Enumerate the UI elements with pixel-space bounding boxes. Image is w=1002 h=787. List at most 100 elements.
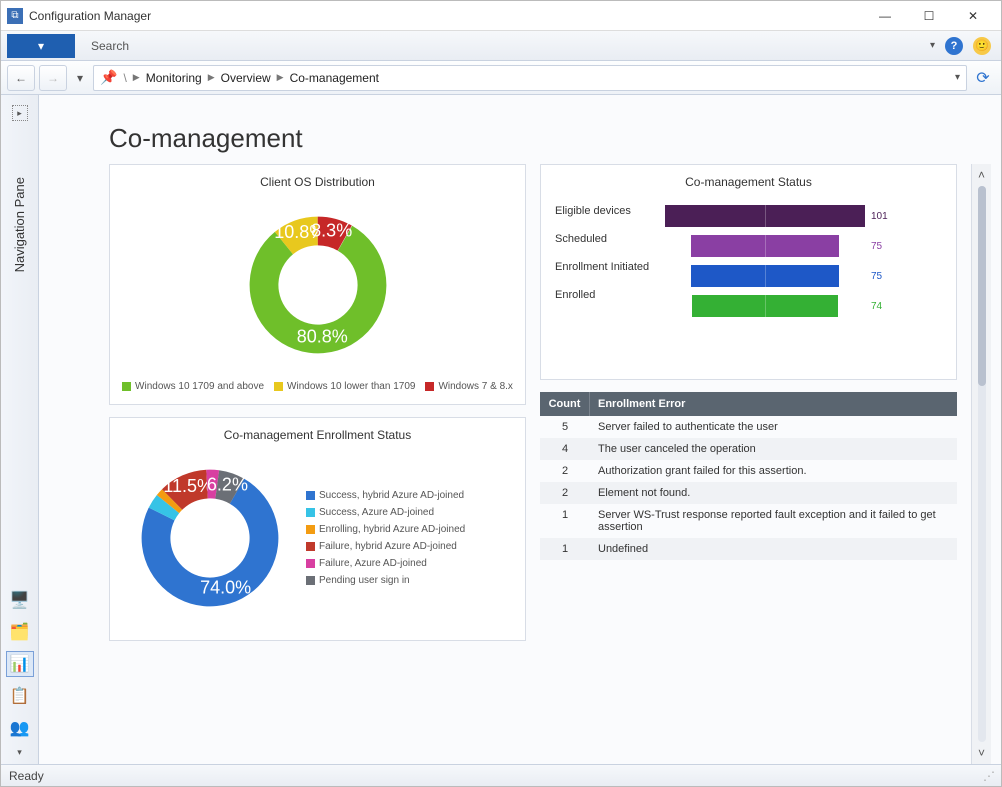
breadcrumb-dropdown-icon[interactable]: ▾ [955, 72, 960, 83]
maximize-button[interactable]: ☐ [907, 2, 951, 30]
breadcrumb-item[interactable]: Monitoring [146, 71, 202, 85]
pin-icon[interactable]: 📌 [100, 69, 117, 86]
funnel-row: 75 [665, 235, 942, 257]
search-label[interactable]: Search [91, 39, 930, 53]
minimize-button[interactable]: — [863, 2, 907, 30]
legend-item: Windows 10 1709 and above [122, 381, 264, 392]
funnel-label: Enrolled [555, 289, 655, 301]
breadcrumb[interactable]: 📌 \ ▶ Monitoring ▶ Overview ▶ Co-managem… [93, 65, 967, 91]
card-client-os: Client OS Distribution 80.8%10.8%8.3% Wi… [109, 164, 526, 405]
cell-error: Authorization grant failed for this asse… [590, 460, 957, 482]
cell-error: Server failed to authenticate the user [590, 416, 957, 438]
workspace-assets-icon[interactable]: 🖥️ [6, 587, 34, 613]
cell-error: Element not found. [590, 482, 957, 504]
table-enrollment-errors: Count Enrollment Error 5Server failed to… [540, 392, 957, 560]
donut-enrollment: 74.0% 11.5%6.2% [120, 448, 300, 628]
table-row[interactable]: 1Undefined [540, 538, 957, 560]
cell-error: Undefined [590, 538, 957, 560]
svg-text:11.5%: 11.5% [163, 476, 213, 496]
expand-nav-icon[interactable]: ▸ [12, 105, 28, 121]
page-title: Co-management [39, 95, 1001, 164]
legend-enrollment: Success, hybrid Azure AD-joined Success, … [306, 490, 465, 586]
app-menu-button[interactable]: ▾ [7, 34, 75, 58]
workspace-admin-icon[interactable]: 👥 [6, 715, 34, 741]
legend-item: Windows 10 lower than 1709 [274, 381, 415, 392]
back-button[interactable]: ← [7, 65, 35, 91]
navigation-pane-label: Navigation Pane [12, 177, 27, 272]
breadcrumb-item[interactable]: Co-management [290, 71, 379, 85]
funnel-labels: Eligible devices Scheduled Enrollment Init… [555, 205, 655, 317]
ribbon: ▾ Search ▾ ? 🙂 [1, 31, 1001, 61]
chevron-right-icon: ▶ [277, 72, 284, 83]
legend-item: Success, hybrid Azure AD-joined [306, 490, 465, 501]
cell-error: The user canceled the operation [590, 438, 957, 460]
legend-item: Enrolling, hybrid Azure AD-joined [306, 524, 465, 535]
funnel-row: 74 [665, 295, 942, 317]
scroll-down-icon[interactable]: ˅ [978, 746, 985, 760]
navigation-pane-rail[interactable]: ▸ Navigation Pane 🖥️ 🗂️ 📊 📋 👥 ▾ [1, 95, 39, 764]
forward-button[interactable]: → [39, 65, 67, 91]
legend-item: Failure, hybrid Azure AD-joined [306, 541, 465, 552]
workspace-overflow-icon[interactable]: ▾ [17, 747, 22, 758]
table-row[interactable]: 2Element not found. [540, 482, 957, 504]
card-comanagement-status: Co-management Status Eligible devices Sch… [540, 164, 957, 380]
feedback-icon[interactable]: 🙂 [973, 37, 991, 55]
svg-text:80.8%: 80.8% [296, 326, 347, 346]
history-dropdown[interactable]: ▾ [71, 65, 89, 91]
funnel-row: 75 [665, 265, 942, 287]
donut-client-os: 80.8%10.8%8.3% [228, 195, 408, 375]
cell-count: 2 [540, 482, 590, 504]
card-enrollment-status: Co-management Enrollment Status 74.0% 11.… [109, 417, 526, 641]
close-button[interactable]: ✕ [951, 2, 995, 30]
workspace-library-icon[interactable]: 🗂️ [6, 619, 34, 645]
status-text: Ready [9, 769, 44, 783]
svg-text:74.0%: 74.0% [200, 577, 251, 597]
help-icon[interactable]: ? [945, 37, 963, 55]
svg-text:8.3%: 8.3% [311, 220, 352, 240]
funnel-label: Enrollment Initiated [555, 261, 655, 273]
cell-count: 2 [540, 460, 590, 482]
cell-count: 5 [540, 416, 590, 438]
search-dropdown-icon[interactable]: ▾ [930, 40, 935, 51]
card-title: Co-management Enrollment Status [120, 428, 515, 442]
legend-item: Windows 7 & 8.x [425, 381, 512, 392]
breadcrumb-item[interactable]: Overview [221, 71, 271, 85]
workspace-monitoring-icon[interactable]: 📊 [6, 651, 34, 677]
funnel-label: Eligible devices [555, 205, 655, 217]
col-count: Count [540, 392, 590, 416]
chevron-down-icon: ▾ [38, 39, 44, 53]
card-title: Client OS Distribution [120, 175, 515, 189]
funnel-row: 101 [665, 205, 942, 227]
legend-item: Success, Azure AD-joined [306, 507, 465, 518]
statusbar: Ready ⋰ [1, 764, 1001, 786]
cell-error: Server WS-Trust response reported fault … [590, 504, 957, 538]
scrollbar[interactable]: ˄ ˅ [971, 164, 991, 764]
content-area: Co-management Client OS Distribution 80.… [39, 95, 1001, 764]
card-title: Co-management Status [551, 175, 946, 189]
navbar: ← → ▾ 📌 \ ▶ Monitoring ▶ Overview ▶ Co-m… [1, 61, 1001, 95]
table-row[interactable]: 1Server WS-Trust response reported fault… [540, 504, 957, 538]
scroll-track[interactable] [978, 186, 986, 742]
refresh-button[interactable]: ⟳ [971, 66, 995, 90]
workspace-compliance-icon[interactable]: 📋 [6, 683, 34, 709]
app-icon: ⧉ [7, 8, 23, 24]
col-error: Enrollment Error [590, 392, 957, 416]
funnel-bars: 101 75 75 74 [665, 205, 942, 317]
cell-count: 4 [540, 438, 590, 460]
table-header: Count Enrollment Error [540, 392, 957, 416]
legend-client-os: Windows 10 1709 and above Windows 10 lowe… [120, 381, 515, 392]
chevron-right-icon: ▶ [208, 72, 215, 83]
window-title: Configuration Manager [29, 9, 863, 23]
legend-item: Pending user sign in [306, 575, 465, 586]
table-row[interactable]: 5Server failed to authenticate the user [540, 416, 957, 438]
main-area: ▸ Navigation Pane 🖥️ 🗂️ 📊 📋 👥 ▾ Co-manag… [1, 95, 1001, 764]
svg-text:6.2%: 6.2% [207, 474, 248, 494]
table-row[interactable]: 2Authorization grant failed for this ass… [540, 460, 957, 482]
funnel-label: Scheduled [555, 233, 655, 245]
table-row[interactable]: 4The user canceled the operation [540, 438, 957, 460]
scroll-up-icon[interactable]: ˄ [978, 168, 985, 182]
titlebar: ⧉ Configuration Manager — ☐ ✕ [1, 1, 1001, 31]
resize-grip-icon[interactable]: ⋰ [983, 769, 993, 783]
scroll-thumb[interactable] [978, 186, 986, 386]
breadcrumb-root: \ [123, 71, 126, 85]
